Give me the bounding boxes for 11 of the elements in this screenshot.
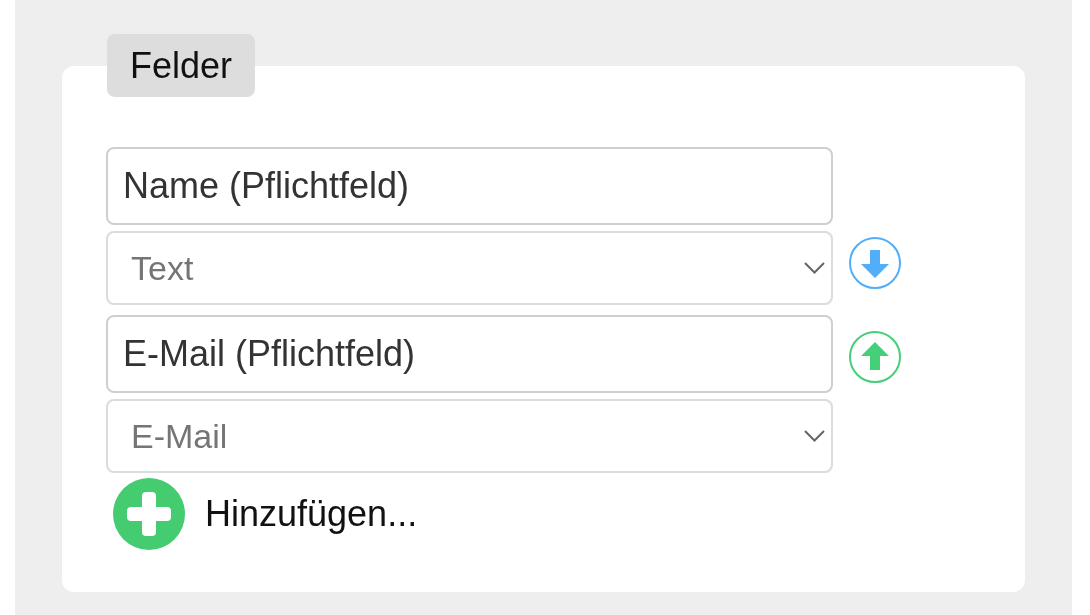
add-button[interactable]: Hinzufügen... [113, 478, 418, 550]
plus-icon [113, 478, 185, 550]
type-select[interactable]: Text [106, 231, 833, 305]
chevron-down-icon [804, 262, 825, 274]
arrow-down-icon[interactable] [849, 237, 901, 289]
name-input[interactable]: E-Mail (Pflichtfeld) [106, 315, 833, 393]
arrow-up-icon[interactable] [849, 331, 901, 383]
name-input[interactable]: Name (Pflichtfeld) [106, 147, 833, 225]
panel-title: Felder [107, 34, 256, 97]
chevron-down-icon [804, 430, 825, 442]
type-select[interactable]: E-Mail [106, 399, 833, 473]
